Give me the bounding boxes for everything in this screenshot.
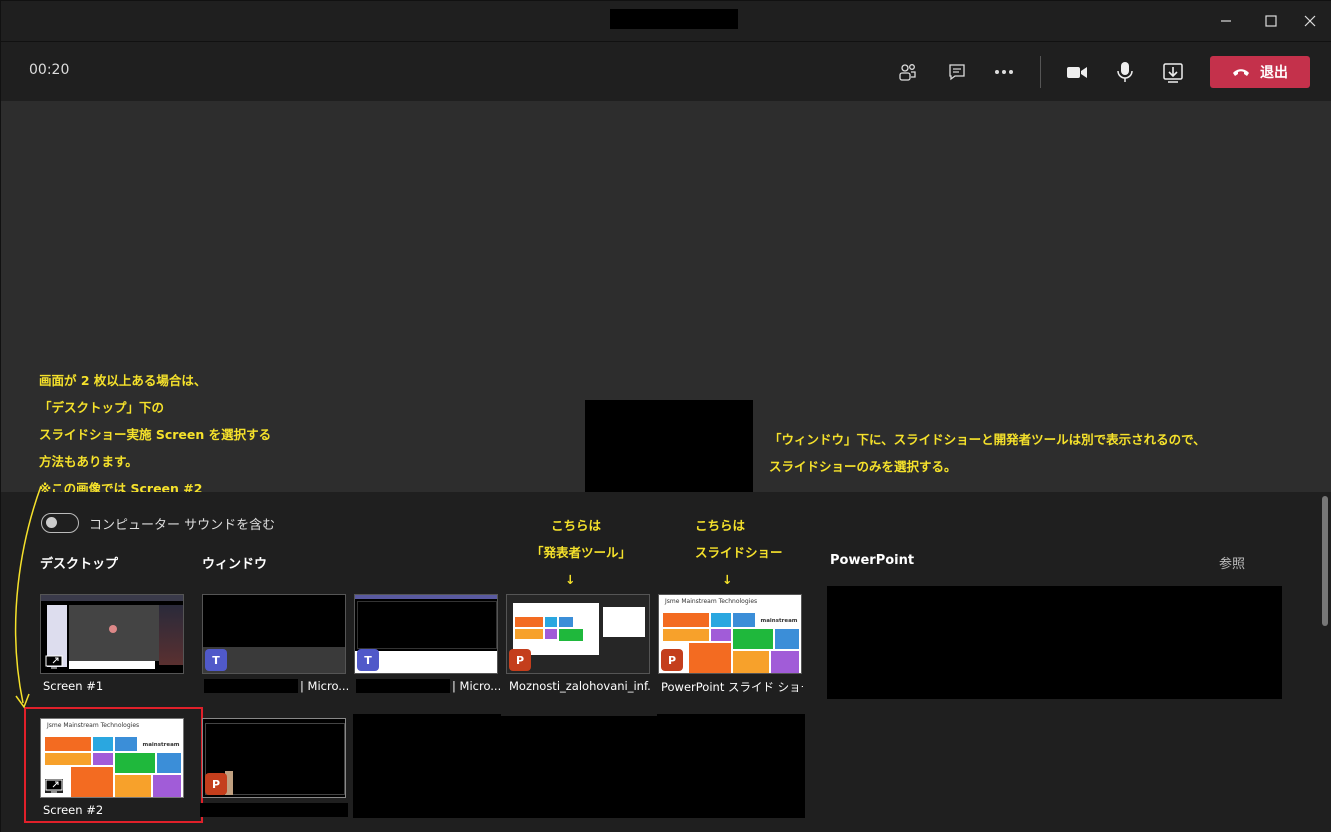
redacted-thumbnail	[657, 714, 805, 818]
section-desktop: デスクトップ	[40, 557, 119, 572]
annotation-right-line: 「ウィンドウ」下に、スライドショーと開発者ツールは別で表示されるので、	[769, 432, 1206, 447]
toolbar-divider	[1040, 56, 1041, 88]
screen-1-thumbnail[interactable]	[40, 594, 184, 674]
annotation-left-line: スライドショー実施 Screen を選択する	[39, 427, 272, 442]
maximize-icon	[1265, 15, 1277, 27]
chat-icon	[949, 64, 965, 81]
annotation-right-line: スライドショーのみを選択する。	[769, 459, 957, 474]
share-tray-button[interactable]	[1159, 58, 1187, 86]
redacted-thumbnail	[501, 716, 657, 818]
chat-button[interactable]	[943, 58, 971, 86]
more-actions-button[interactable]	[990, 58, 1018, 86]
section-powerpoint: PowerPoint	[830, 553, 915, 568]
annotation-left-line: 方法もあります。	[39, 454, 138, 469]
window-presenter-view-thumbnail[interactable]: P	[506, 594, 650, 674]
powerpoint-app-icon: P	[661, 649, 683, 671]
redacted-title	[610, 9, 738, 29]
powerpoint-app-icon: P	[205, 773, 227, 795]
tray-scrollbar[interactable]	[1319, 492, 1331, 832]
redacted-caption	[204, 679, 298, 693]
teams-app-icon: T	[205, 649, 227, 671]
selection-highlight	[24, 707, 203, 823]
redacted-caption	[356, 679, 450, 693]
annotation-presenter-tool: こちらは	[551, 512, 601, 539]
redacted-video	[585, 400, 753, 492]
screen-1-caption: Screen #1	[43, 679, 104, 693]
teams-app-icon: T	[357, 649, 379, 671]
hang-up-icon	[1233, 69, 1249, 76]
share-tray: コンピューター サウンドを含む こちらは 「発表者ツール」 ↓ こちらは スライ…	[1, 492, 1331, 832]
annotation-left-line: 画面が 2 枚以上ある場合は、	[39, 373, 207, 388]
computer-sound-label: コンピューター サウンドを含む	[89, 518, 276, 533]
more-icon	[995, 70, 1013, 74]
close-button[interactable]	[1295, 9, 1325, 33]
redacted-thumbnail	[353, 714, 501, 818]
window-1-caption: | Micro...	[300, 679, 348, 693]
toggle-knob	[46, 517, 57, 528]
annotation-right: 「ウィンドウ」下に、スライドショーと開発者ツールは別で表示されるので、 スライド…	[769, 426, 1206, 480]
minimize-icon	[1221, 20, 1231, 22]
annotation-left: 画面が 2 枚以上ある場合は、 「デスクトップ」下の スライドショー実施 Scr…	[39, 367, 271, 502]
annotation-presenter-tool-label: 「発表者ツール」	[531, 545, 632, 560]
annotation-slideshow-arrow: ↓	[722, 572, 733, 587]
window-slideshow-thumbnail[interactable]: Jsme Mainstream Technologies mainstream …	[658, 594, 802, 674]
participants-button[interactable]	[894, 58, 922, 86]
camera-button[interactable]	[1063, 58, 1091, 86]
scrollbar-thumb[interactable]	[1322, 496, 1328, 626]
screen-share-icon	[45, 655, 63, 669]
camera-icon	[1067, 67, 1087, 78]
window-1-thumbnail[interactable]: T	[202, 594, 346, 674]
call-timer: 00:20	[29, 62, 70, 78]
meeting-stage: 画面が 2 枚以上ある場合は、 「デスクトップ」下の スライドショー実施 Scr…	[1, 101, 1331, 496]
window-2-thumbnail[interactable]: T	[354, 594, 498, 674]
maximize-button[interactable]	[1256, 9, 1286, 33]
annotation-line: こちらは	[551, 518, 602, 533]
annotation-slideshow: こちらは	[695, 518, 746, 533]
redacted-caption	[200, 803, 348, 817]
browse-link[interactable]: 参照	[1219, 553, 1245, 572]
mic-icon	[1117, 62, 1133, 82]
leave-button[interactable]: 退出	[1210, 56, 1310, 88]
computer-sound-toggle[interactable]	[41, 513, 79, 533]
window-3-caption: Moznosti_zalohovani_inf...	[509, 679, 651, 693]
teams-share-window: 00:20 退出 画面が 2 枚以上ある場合は、 「デスクトップ」下の スライド…	[0, 0, 1331, 832]
window-2-caption: | Micro...	[452, 679, 500, 693]
window-5-thumbnail[interactable]: P	[202, 718, 346, 798]
powerpoint-app-icon: P	[509, 649, 531, 671]
annotation-presenter-arrow: ↓	[565, 572, 576, 587]
leave-label: 退出	[1260, 65, 1288, 81]
redacted-powerpoint-files	[827, 586, 1282, 699]
window-4-caption: PowerPoint スライド ショー ...	[661, 680, 803, 694]
mainstream-logo: mainstream	[759, 615, 799, 627]
annotation-left-line: 「デスクトップ」下の	[39, 400, 165, 415]
microphone-button[interactable]	[1111, 58, 1139, 86]
section-window: ウィンドウ	[202, 557, 268, 572]
share-tray-icon	[1163, 63, 1183, 83]
title-bar	[1, 1, 1331, 41]
close-icon	[1304, 15, 1316, 27]
slide-title: Jsme Mainstream Technologies	[665, 598, 758, 605]
minimize-button[interactable]	[1211, 9, 1241, 33]
annotation-slideshow-label: スライドショー	[695, 545, 783, 560]
participants-icon	[899, 64, 916, 81]
meeting-toolbar: 00:20 退出	[1, 41, 1331, 101]
